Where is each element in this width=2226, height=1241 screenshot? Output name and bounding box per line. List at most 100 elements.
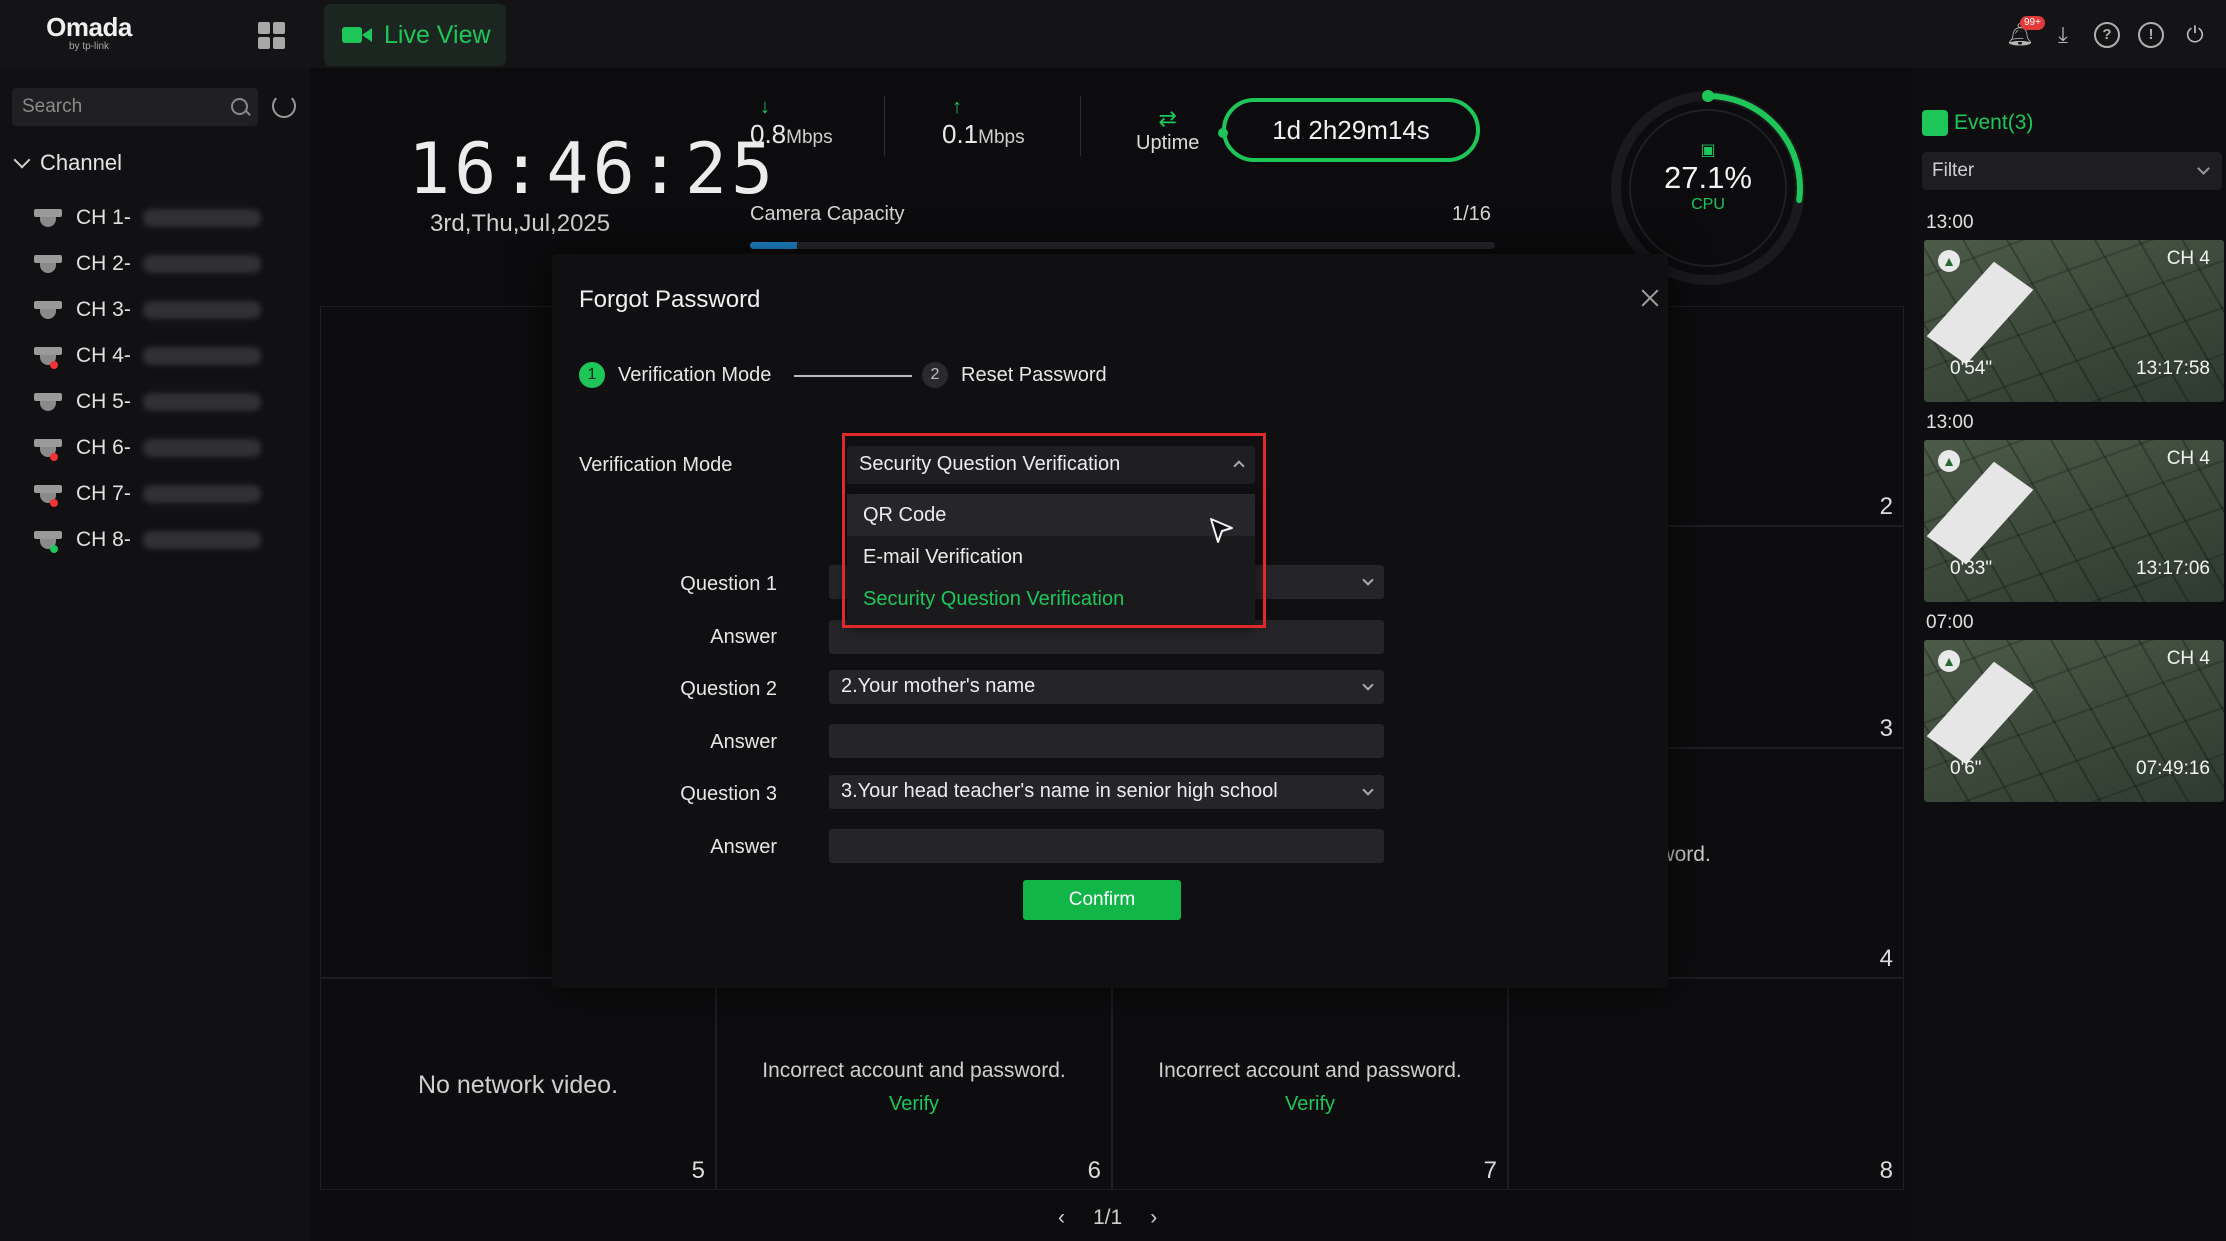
event-card[interactable]: ▲ CH 4 0'33" 13:17:06 (1924, 440, 2224, 602)
tile-number: 3 (1879, 715, 1893, 742)
download-rate: ↓ 0.8Mbps (750, 96, 833, 150)
channel-tree-toggle[interactable]: Channel (13, 150, 122, 176)
chip-icon: ▣ (1700, 142, 1716, 159)
event-duration: 0'6" (1950, 758, 1982, 779)
dialog-title: Forgot Password (579, 286, 761, 313)
event-header: Event(3) (1922, 110, 2033, 136)
step-verification-mode: 1 Verification Mode (579, 362, 771, 388)
power-icon[interactable]: ⏻ (2182, 22, 2208, 48)
download-icon[interactable]: ⤓ (2050, 22, 2076, 48)
channel-label: CH 8- (76, 528, 131, 551)
tile-message: No network video. (417, 1071, 619, 1099)
upload-rate: ↑ 0.1Mbps (942, 96, 1025, 150)
tile-number: 6 (1087, 1157, 1101, 1184)
question3-label: Question 3 (680, 783, 777, 805)
blurred-channel-name (142, 439, 261, 457)
event-channel: CH 4 (2166, 248, 2210, 269)
cpu-readout: ▣ 27.1% CPU (1608, 140, 1808, 214)
video-tile-7[interactable]: Incorrect account and password. Verify 7 (1112, 978, 1508, 1190)
sidebar-item-ch2[interactable]: CH 2- (32, 244, 261, 284)
chevron-down-icon (1362, 574, 1374, 586)
upload-value: 0.1 (942, 119, 979, 149)
cpu-label: CPU (1691, 196, 1725, 213)
question2-value: 2.Your mother's name (841, 675, 1036, 697)
camera-capacity-count: 1/16 (1452, 203, 1491, 225)
sidebar-item-ch8[interactable]: CH 8- (32, 520, 261, 560)
verify-link[interactable]: Verify (1113, 1093, 1507, 1116)
question2-select[interactable]: 2.Your mother's name (829, 670, 1384, 704)
stat-divider (884, 96, 885, 156)
sidebar-item-ch4[interactable]: CH 4- (32, 336, 261, 376)
event-group-time: 13:00 (1926, 212, 1974, 233)
channel-sidebar: Channel CH 1- CH 2- CH 3- CH 4- CH 5- CH… (0, 68, 310, 1241)
chevron-left-icon[interactable]: ‹ (1058, 1206, 1065, 1230)
answer1-label: Answer (710, 626, 777, 648)
step-number: 1 (579, 362, 605, 388)
event-channel: CH 4 (2166, 648, 2210, 669)
answer2-input[interactable] (829, 724, 1384, 758)
search-icon[interactable] (231, 98, 248, 115)
step-reset-password: 2 Reset Password (922, 362, 1107, 388)
tile-number: 2 (1879, 493, 1893, 520)
highlight-annotation-box (842, 433, 1266, 628)
event-filter-select[interactable]: Filter (1922, 152, 2222, 190)
search-input[interactable] (12, 88, 222, 126)
stat-divider (1080, 96, 1081, 156)
camera-capacity-fill (750, 242, 797, 249)
step-label: Verification Mode (618, 363, 772, 386)
video-tile-5[interactable]: No network video. 5 (320, 978, 716, 1190)
camera-icon (32, 389, 64, 415)
tile-number: 7 (1483, 1157, 1497, 1184)
event-card[interactable]: ▲ CH 4 0'6" 07:49:16 (1924, 640, 2224, 802)
upload-arrow-icon: ↑ (952, 96, 962, 118)
sidebar-item-ch5[interactable]: CH 5- (32, 382, 261, 422)
event-group-time: 07:00 (1926, 612, 1974, 633)
sidebar-item-ch7[interactable]: CH 7- (32, 474, 261, 514)
close-icon[interactable] (1640, 288, 1660, 308)
event-duration: 0'54" (1950, 358, 1993, 379)
channel-label: CH 2- (76, 252, 131, 275)
bell-icon[interactable]: 🔔︎ 99+ (2006, 16, 2045, 48)
channel-label: CH 4- (76, 344, 131, 367)
refresh-icon[interactable] (272, 94, 296, 118)
omada-logo: Omada by tp-link (44, 12, 134, 52)
event-icon (1922, 110, 1948, 136)
answer3-input[interactable] (829, 829, 1384, 863)
uptime-value: 1d 2h29m14s (1218, 98, 1480, 162)
chevron-down-icon (1362, 679, 1374, 691)
event-time: 13:17:58 (2136, 358, 2210, 379)
upload-unit: Mbps (978, 127, 1025, 148)
cpu-gauge-dot (1702, 90, 1714, 102)
tile-message: Incorrect account and password. (762, 1059, 1066, 1082)
question2-label: Question 2 (680, 678, 777, 700)
camera-capacity-bar (750, 242, 1495, 249)
channel-label: CH 7- (76, 482, 131, 505)
question3-select[interactable]: 3.Your head teacher's name in senior hig… (829, 775, 1384, 809)
event-card[interactable]: ▲ CH 4 0'54" 13:17:58 (1924, 240, 2224, 402)
help-icon[interactable]: ? (2094, 22, 2120, 48)
question3-value: 3.Your head teacher's name in senior hig… (841, 780, 1278, 802)
verify-link[interactable]: Verify (717, 1093, 1111, 1116)
video-tile-8[interactable]: 8 (1508, 978, 1904, 1190)
video-tile-6[interactable]: Incorrect account and password. Verify 6 (716, 978, 1112, 1190)
tile-message: Incorrect account and password. (1158, 1059, 1462, 1082)
top-toolbar: 🔔︎ 99+ ⤓ ? ! ⏻ (2006, 16, 2208, 48)
event-title: Event(3) (1954, 111, 2034, 134)
camera-online-icon (32, 527, 64, 553)
tab-live-view[interactable]: Live View (324, 4, 506, 66)
sidebar-item-ch3[interactable]: CH 3- (32, 290, 261, 330)
blurred-channel-name (142, 531, 261, 549)
camera-offline-icon (32, 435, 64, 461)
confirm-button[interactable]: Confirm (1023, 880, 1181, 920)
uptime-icon: ⇄ (1158, 106, 1177, 131)
chevron-right-icon[interactable]: › (1150, 1206, 1157, 1230)
sidebar-item-ch6[interactable]: CH 6- (32, 428, 261, 468)
event-duration: 0'33" (1950, 558, 1993, 579)
tile-number: 4 (1879, 945, 1893, 972)
app-grid-icon[interactable] (258, 22, 286, 50)
download-arrow-icon: ↓ (760, 96, 770, 118)
camera-icon (32, 297, 64, 323)
sidebar-item-ch1[interactable]: CH 1- (32, 198, 261, 238)
page-indicator: 1/1 (1093, 1206, 1123, 1229)
info-icon[interactable]: ! (2138, 22, 2164, 48)
